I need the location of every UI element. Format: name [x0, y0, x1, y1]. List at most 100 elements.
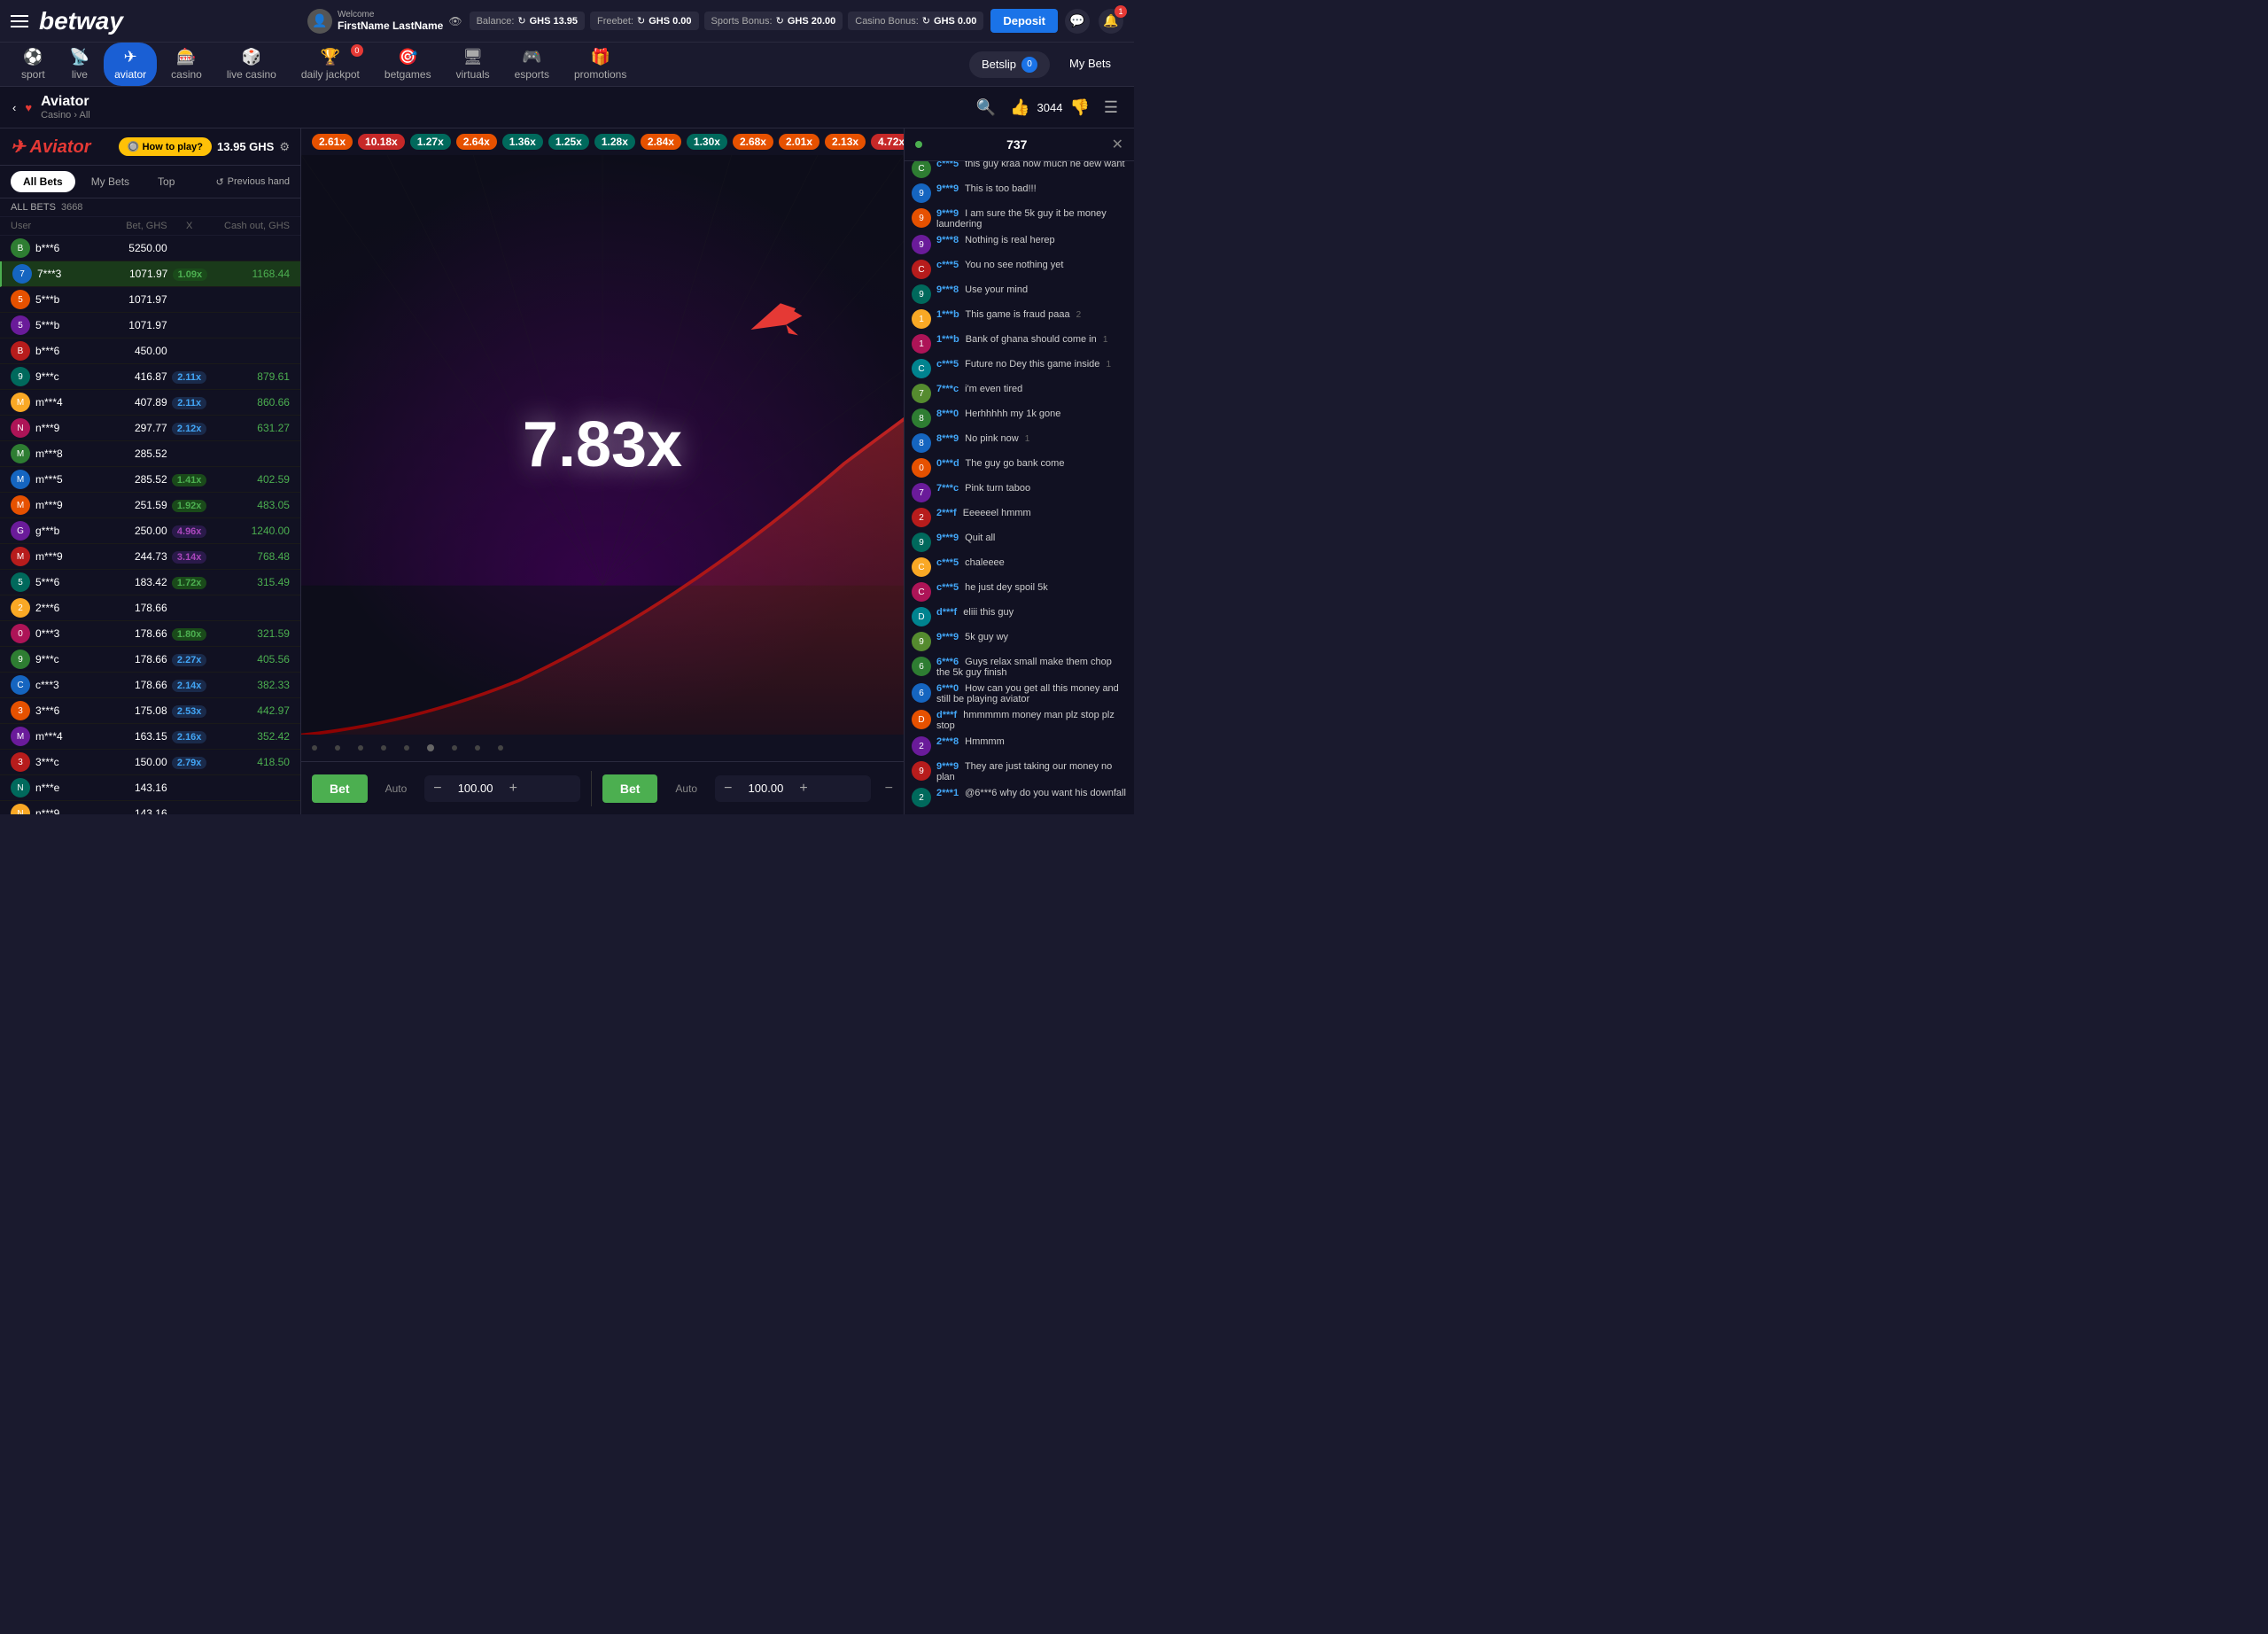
freebet-item[interactable]: Freebet: ↻ GHS 0.00	[590, 12, 699, 30]
chat-message-content: 2***f Eeeeeel hmmm	[936, 508, 1127, 518]
search-icon[interactable]: 🔍	[973, 95, 999, 121]
multiplier-badge: 2.53x	[172, 705, 207, 718]
nav-promotions[interactable]: 🎁 promotions	[563, 43, 637, 86]
tab-all-bets[interactable]: All Bets	[11, 171, 75, 192]
avatar: N	[11, 804, 30, 814]
list-item: 7 7***c Pink turn taboo	[912, 483, 1127, 502]
more-options-icon[interactable]: ☰	[1100, 95, 1122, 121]
menu-button[interactable]	[11, 15, 28, 27]
chat-text: hmmmmm money man plz stop plz stop	[936, 710, 1115, 731]
aviator-header: ✈ Aviator 🔘 How to play? 13.95 GHS ⚙	[0, 128, 300, 166]
cashout-amount: 352.42	[212, 730, 290, 743]
nav-live-casino[interactable]: 🎲 live casino	[216, 43, 287, 86]
timeline-dot	[335, 745, 340, 751]
chat-message-content: 6***6 Guys relax small make them chop th…	[936, 657, 1127, 678]
multiplier-pill: 2.13x	[825, 134, 866, 150]
nav-daily-jackpot[interactable]: 🏆 daily jackpot 0	[291, 43, 370, 86]
chat-message-content: 9***9 I am sure the 5k guy it be money l…	[936, 208, 1127, 230]
balance-item[interactable]: Balance: ↻ GHS 13.95	[470, 12, 585, 30]
settings-icon[interactable]: ⚙	[279, 140, 290, 154]
chat-avatar: 2	[912, 508, 931, 527]
bet-button-2[interactable]: Bet	[602, 774, 658, 803]
chat-username: 2***8	[936, 736, 959, 747]
all-link[interactable]: All	[80, 110, 90, 121]
chat-username: d***f	[936, 710, 957, 720]
game-balance-display: 13.95 GHS	[217, 140, 274, 153]
close-panel-icon[interactable]: −	[885, 781, 893, 797]
user-cell: 9 9***c	[11, 650, 89, 669]
chat-message-content: 8***0 Herhhhhh my 1k gone	[936, 408, 1127, 419]
increase-bet[interactable]: +	[509, 781, 517, 797]
chat-username: c***5	[936, 359, 959, 370]
nav-betgames[interactable]: 🎯 betgames	[374, 43, 442, 86]
live-casino-icon: 🎲	[242, 48, 261, 66]
table-row: M m***4 163.15 2.16x 352.42	[0, 724, 300, 750]
chat-message-content: 9***8 Use your mind	[936, 284, 1127, 295]
username: m***4	[35, 396, 63, 408]
multiplier-badge: 2.11x	[172, 397, 206, 409]
nav-casino[interactable]: 🎰 casino	[160, 43, 213, 86]
tab-top[interactable]: Top	[145, 171, 187, 192]
mybets-button[interactable]: My Bets	[1057, 51, 1123, 78]
chat-text: eliii this guy	[963, 607, 1014, 618]
chat-avatar: 8	[912, 433, 931, 453]
multiplier-badge: 4.96x	[172, 525, 207, 538]
favorite-button[interactable]: ♥	[25, 101, 32, 114]
multiplier-cell: 2.11x	[167, 370, 212, 383]
avatar: N	[11, 418, 30, 438]
increase-bet-2[interactable]: +	[799, 781, 807, 797]
deposit-button[interactable]: Deposit	[990, 9, 1058, 33]
game-area: 7.83x	[301, 155, 904, 735]
bet-amount: 178.66	[89, 653, 167, 665]
nav-aviator[interactable]: ✈ aviator	[104, 43, 157, 86]
dislike-button[interactable]: 👎	[1066, 95, 1092, 121]
bet-amount: 150.00	[89, 756, 167, 768]
chat-close-button[interactable]: ✕	[1112, 136, 1123, 153]
multiplier-pill: 2.68x	[733, 134, 773, 150]
like-button[interactable]: 👍	[1006, 95, 1033, 121]
multiplier-badge: 2.27x	[172, 654, 207, 666]
nav-virtuals[interactable]: 🖥 virtuals	[446, 43, 501, 86]
bet-button-1[interactable]: Bet	[312, 774, 368, 803]
bet-amount: 250.00	[89, 525, 167, 537]
chat-username: 8***9	[936, 433, 959, 444]
how-to-play-button[interactable]: 🔘 How to play?	[119, 137, 212, 156]
cashout-amount: 402.59	[212, 473, 290, 486]
betslip-button[interactable]: Betslip 0	[969, 51, 1050, 78]
casino-link[interactable]: Casino	[41, 110, 71, 121]
decrease-bet[interactable]: −	[433, 781, 441, 797]
top-header: betway 👤 Welcome FirstName LastName 👁 Ba…	[0, 0, 1134, 43]
multiplier-cell: 3.14x	[167, 550, 212, 563]
list-item: D d***f hmmmmm money man plz stop plz st…	[912, 710, 1127, 731]
back-button[interactable]: ‹	[12, 101, 16, 114]
chat-message-content: c***5 chaleeee	[936, 557, 1127, 568]
like-group: 👍 3044 👎	[1006, 95, 1093, 121]
nav-live[interactable]: 📡 live	[59, 43, 100, 86]
breadcrumb-path: Casino › All	[41, 110, 90, 121]
bet-amount-input[interactable]	[449, 782, 502, 795]
auto-button-1[interactable]: Auto	[378, 779, 415, 798]
tab-my-bets[interactable]: My Bets	[79, 171, 142, 192]
prev-hand-button[interactable]: ↺ Previous hand	[215, 171, 290, 192]
multiplier-badge: 2.16x	[172, 731, 207, 743]
decrease-bet-2[interactable]: −	[724, 781, 732, 797]
auto-button-2[interactable]: Auto	[668, 779, 704, 798]
chat-message-content: c***5 this guy kraa how much he dew want	[936, 161, 1127, 169]
chat-username: 9***9	[936, 183, 959, 194]
nav-sport[interactable]: ⚽ sport	[11, 43, 56, 86]
chat-username: c***5	[936, 161, 959, 169]
chat-icon[interactable]: 💬	[1065, 9, 1090, 34]
list-item: C c***5 he just dey spoil 5k	[912, 582, 1127, 602]
cashout-amount: 315.49	[212, 576, 290, 588]
chat-avatar: C	[912, 161, 931, 178]
username: n***9	[35, 422, 59, 434]
privacy-icon[interactable]: 👁	[448, 15, 462, 27]
list-item: 6 6***0 How can you get all this money a…	[912, 683, 1127, 704]
casino-bonus-item[interactable]: Casino Bonus: ↻ GHS 0.00	[848, 12, 983, 30]
nav-esports[interactable]: 🎮 esports	[504, 43, 560, 86]
table-row: 7 7***3 1071.97 1.09x 1168.44	[0, 261, 300, 287]
notification-icon[interactable]: 🔔 1	[1099, 9, 1123, 34]
bet-amount-input-2[interactable]	[739, 782, 792, 795]
sports-bonus-item[interactable]: Sports Bonus: ↻ GHS 20.00	[704, 12, 843, 30]
nav-live-label: live	[72, 68, 88, 81]
